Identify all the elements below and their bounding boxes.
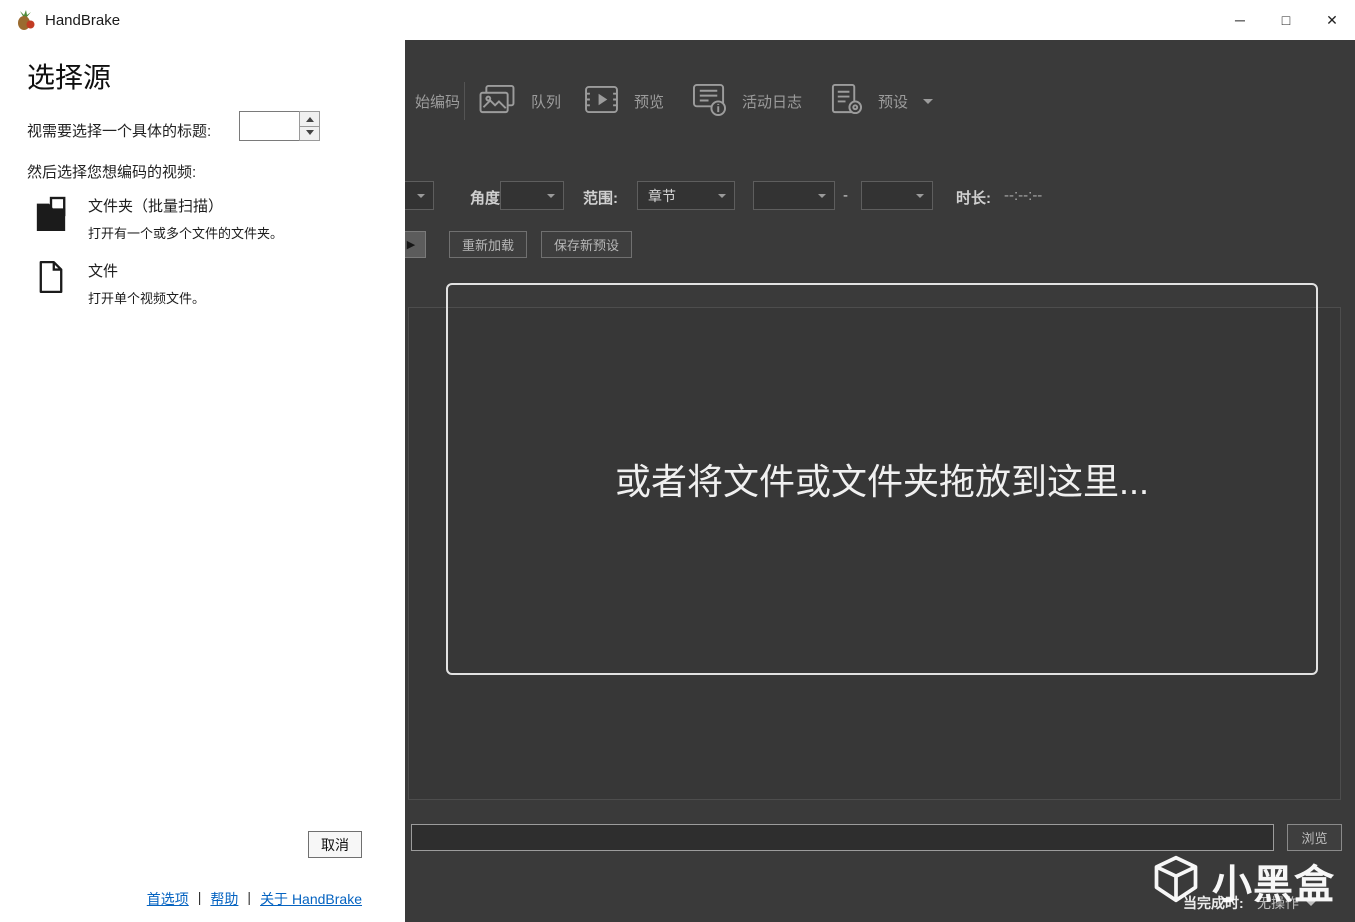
window-title: HandBrake [45, 11, 121, 29]
when-done-label: 当完成时: [1183, 895, 1244, 911]
activity-log-label: 活动日志 [742, 93, 803, 111]
maximize-button[interactable]: □ [1263, 0, 1309, 40]
preferences-link[interactable]: 首选项 [147, 889, 189, 909]
cancel-button[interactable]: 取消 [308, 831, 362, 858]
range-mode-select[interactable]: 章节 [637, 181, 735, 210]
title-number-input[interactable] [239, 111, 299, 141]
source-panel-heading: 选择源 [27, 62, 112, 93]
handbrake-window: HandBrake ─ □ ✕ 始编码 队列 预览 活动日志 预设 角度 范围:… [0, 0, 1355, 922]
presets-icon [830, 83, 863, 120]
duration-label: 时长: [956, 190, 991, 207]
source-panel-subheading: 然后选择您想编码的视频: [27, 164, 197, 181]
spinner-down-icon [305, 129, 314, 139]
file-drop-zone[interactable]: 或者将文件或文件夹拖放到这里... [446, 283, 1318, 675]
output-path-input[interactable] [411, 824, 1274, 851]
drop-zone-text: 或者将文件或文件夹拖放到这里... [614, 461, 1149, 502]
folder-icon [32, 195, 70, 242]
presets-label: 预设 [878, 93, 909, 111]
open-file-option[interactable]: 文件 打开单个视频文件。 [32, 260, 362, 307]
about-link[interactable]: 关于 HandBrake [260, 889, 362, 909]
angle-select[interactable] [500, 181, 564, 210]
activity-log-button[interactable]: 活动日志 [692, 83, 803, 120]
folder-option-label: 文件夹（批量扫描） [88, 198, 224, 215]
start-encode-label: 始编码 [415, 93, 461, 111]
browse-button[interactable]: 浏览 [1287, 824, 1342, 851]
file-option-label: 文件 [88, 263, 119, 280]
queue-button[interactable]: 队列 [478, 84, 561, 118]
help-link[interactable]: 帮助 [210, 889, 238, 909]
presets-button[interactable]: 预设 [830, 83, 934, 120]
range-separator: - [843, 187, 848, 204]
title-number-label: 视需要选择一个具体的标题: [27, 123, 212, 140]
presets-dropdown-caret-icon [923, 98, 934, 109]
spinner-down-button[interactable] [299, 126, 320, 141]
file-option-description: 打开单个视频文件。 [88, 291, 206, 306]
when-done-value: 无操作 [1257, 895, 1299, 911]
start-encode-button[interactable]: 始编码 [415, 84, 460, 118]
preview-label: 预览 [634, 93, 665, 111]
when-done-caret-icon [1306, 900, 1316, 911]
minimize-button[interactable]: ─ [1217, 0, 1263, 40]
handbrake-logo-icon [14, 9, 36, 31]
spinner-up-icon [305, 113, 314, 123]
titlebar: HandBrake ─ □ ✕ [0, 0, 1355, 40]
save-new-preset-button[interactable]: 保存新预设 [541, 231, 633, 258]
folder-option-description: 打开有一个或多个文件的文件夹。 [88, 226, 284, 241]
angle-label: 角度 [470, 190, 501, 207]
preview-icon [584, 85, 619, 118]
open-folder-option[interactable]: 文件夹（批量扫描） 打开有一个或多个文件的文件夹。 [32, 195, 362, 242]
footer-links: 首选项 | 帮助 | 关于 HandBrake [147, 889, 362, 909]
title-number-spinner [239, 111, 320, 141]
link-separator: | [247, 889, 252, 905]
queue-icon [478, 84, 516, 119]
link-separator: | [197, 889, 202, 905]
activity-log-icon [692, 83, 727, 120]
range-label: 范围: [583, 190, 618, 207]
queue-label: 队列 [531, 93, 562, 111]
close-button[interactable]: ✕ [1309, 0, 1355, 40]
file-icon [32, 260, 70, 307]
duration-value: --:--:-- [1004, 187, 1043, 204]
source-selection-panel: 选择源 视需要选择一个具体的标题: 然后选择您想编码的视频: 文件夹（批量扫描）… [0, 40, 405, 922]
range-end-select[interactable] [861, 181, 933, 210]
reload-preset-button[interactable]: 重新加载 [449, 231, 528, 258]
when-done-select[interactable]: 无操作 [1257, 893, 1316, 913]
window-controls: ─ □ ✕ [1217, 0, 1355, 40]
spinner-up-button[interactable] [299, 111, 320, 127]
range-start-select[interactable] [753, 181, 835, 210]
preview-button[interactable]: 预览 [584, 84, 664, 118]
toolbar-separator [464, 82, 465, 120]
